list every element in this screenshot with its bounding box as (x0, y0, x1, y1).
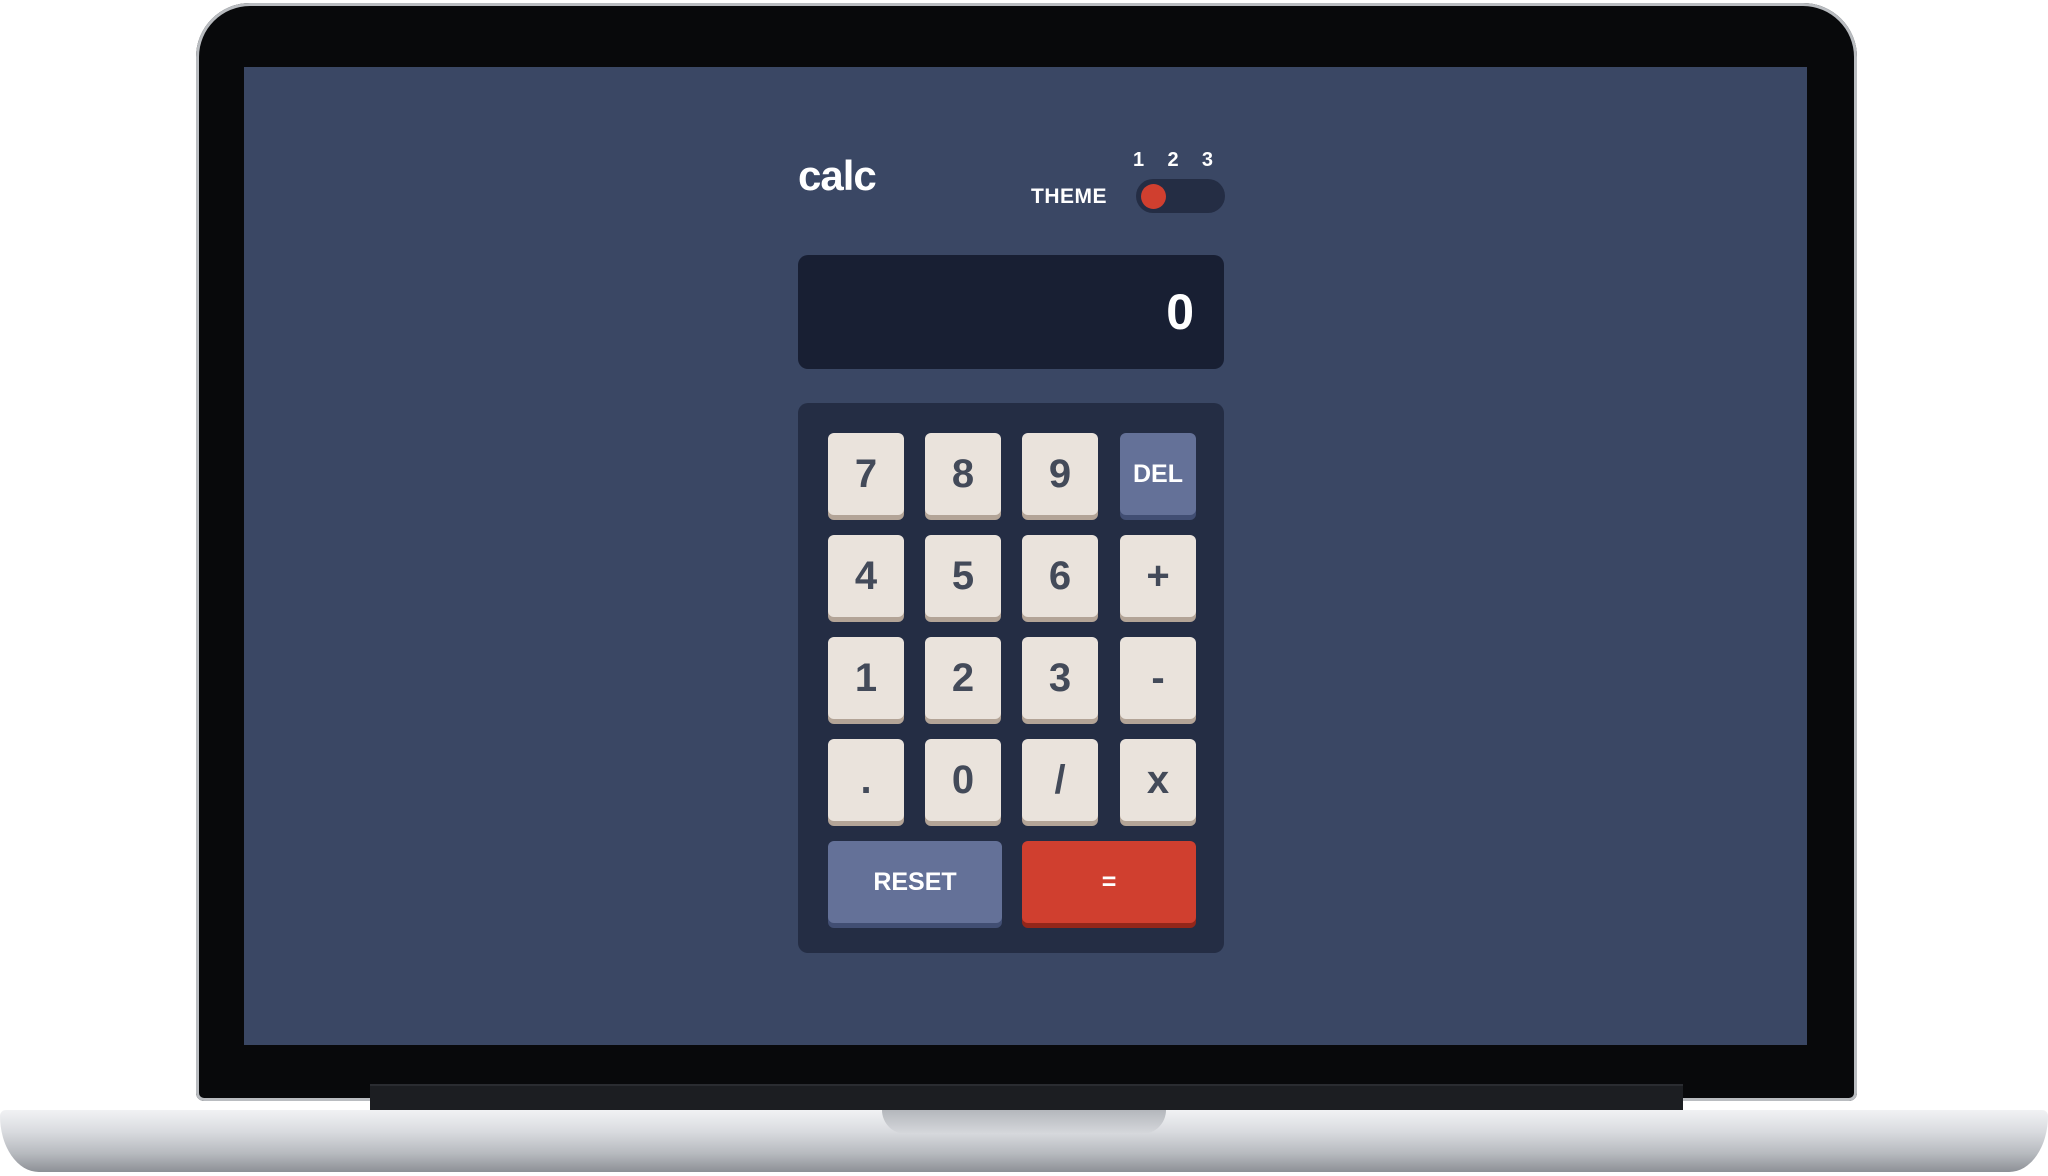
theme-toggle-knob[interactable] (1141, 184, 1166, 209)
key-5[interactable]: 5 (925, 535, 1001, 617)
theme-number-2[interactable]: 2 (1167, 149, 1178, 172)
theme-number-1[interactable]: 1 (1133, 149, 1144, 172)
app-title: calc (798, 152, 877, 199)
key-1[interactable]: 1 (828, 637, 904, 719)
calculator-screen: calc THEME 1 2 3 0 7 8 9 DEL 4 5 6 + 1 2 (244, 67, 1807, 1045)
key-3[interactable]: 3 (1022, 637, 1098, 719)
device-mockup: calc THEME 1 2 3 0 7 8 9 DEL 4 5 6 + 1 2 (0, 0, 2048, 1176)
key-plus[interactable]: + (1120, 535, 1196, 617)
laptop-notch (882, 1110, 1166, 1134)
key-decimal[interactable]: . (828, 739, 904, 821)
theme-toggle[interactable] (1136, 179, 1225, 213)
result-display: 0 (798, 255, 1224, 369)
display-value: 0 (1166, 284, 1194, 340)
key-multiply[interactable]: x (1120, 739, 1196, 821)
equals-button[interactable]: = (1022, 841, 1196, 923)
reset-button[interactable]: RESET (828, 841, 1002, 923)
theme-label: THEME (1031, 185, 1107, 208)
laptop-hinge (370, 1084, 1683, 1112)
delete-button[interactable]: DEL (1120, 433, 1196, 515)
key-8[interactable]: 8 (925, 433, 1001, 515)
key-0[interactable]: 0 (925, 739, 1001, 821)
theme-numbers: 1 2 3 (1133, 149, 1213, 172)
key-4[interactable]: 4 (828, 535, 904, 617)
key-2[interactable]: 2 (925, 637, 1001, 719)
key-minus[interactable]: - (1120, 637, 1196, 719)
theme-number-3[interactable]: 3 (1202, 149, 1213, 172)
key-6[interactable]: 6 (1022, 535, 1098, 617)
keypad: 7 8 9 DEL 4 5 6 + 1 2 3 - . 0 / x RESET … (798, 403, 1224, 953)
key-7[interactable]: 7 (828, 433, 904, 515)
key-divide[interactable]: / (1022, 739, 1098, 821)
key-9[interactable]: 9 (1022, 433, 1098, 515)
